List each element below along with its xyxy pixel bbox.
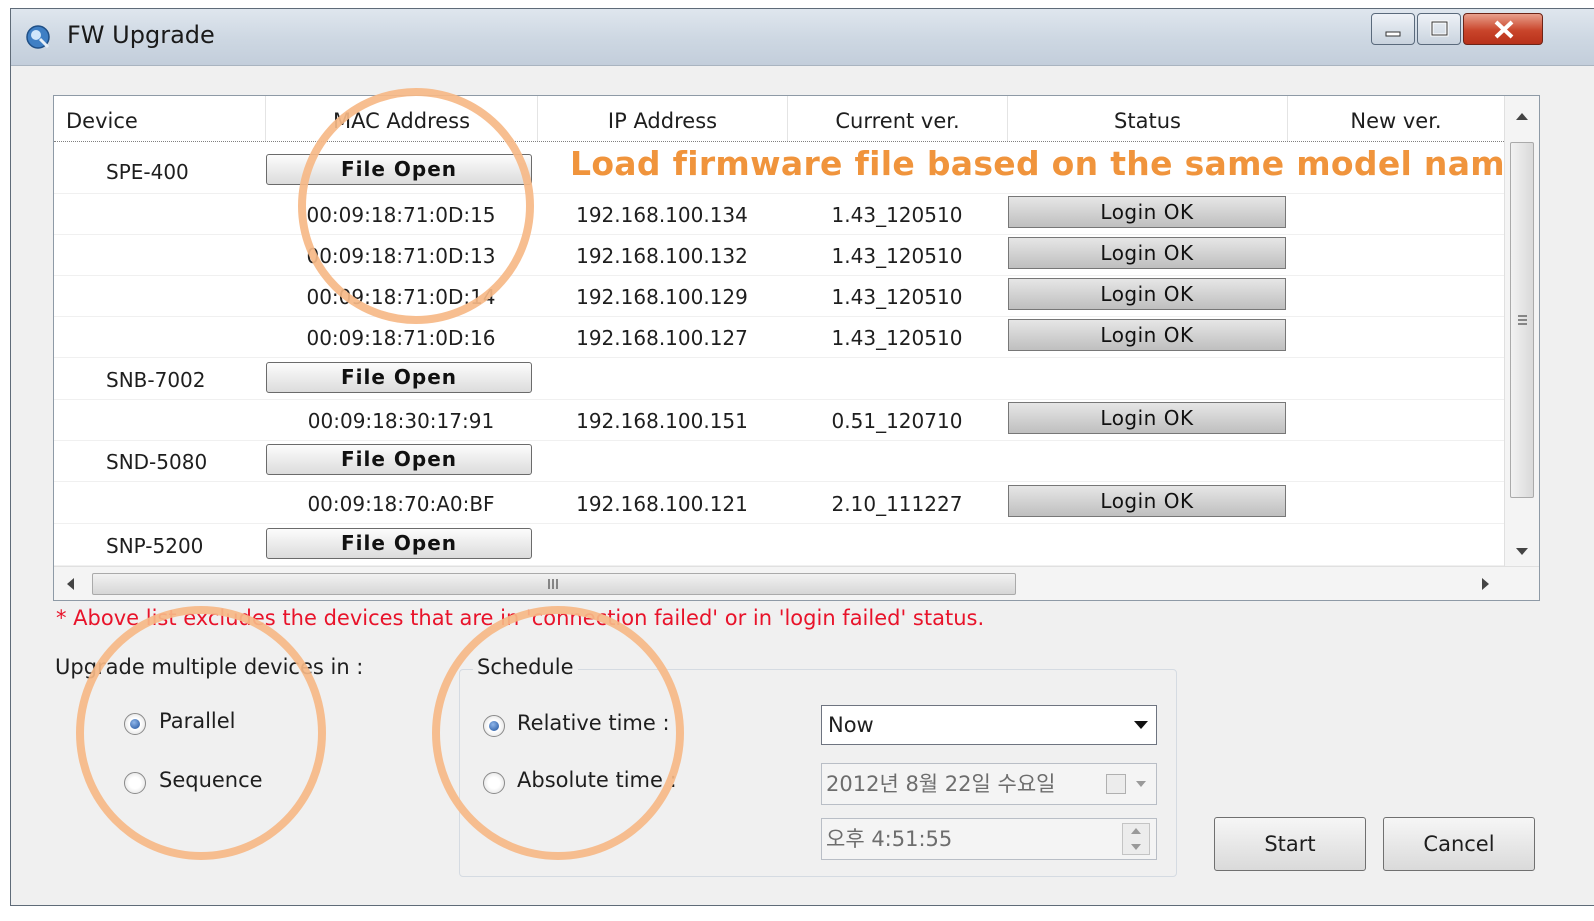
title-bar[interactable]: FW Upgrade <box>11 9 1594 66</box>
current-version: 1.43_120510 <box>831 285 963 309</box>
grip-icon <box>1518 315 1527 325</box>
table-row[interactable]: 00:09:18:71:0D:13 192.168.100.132 1.43_1… <box>54 234 1504 276</box>
relative-time-radio[interactable] <box>483 715 505 737</box>
table-row[interactable]: 00:09:18:71:0D:15 192.168.100.134 1.43_1… <box>54 193 1504 235</box>
absolute-time-label[interactable]: Absolute time : <box>517 768 677 792</box>
device-name: SNP-5200 <box>106 534 204 558</box>
file-open-button[interactable]: File Open <box>266 154 532 185</box>
ip-address: 192.168.100.127 <box>576 326 748 350</box>
column-header-new-ver[interactable]: New ver. <box>1288 96 1504 142</box>
horizontal-scroll-thumb[interactable] <box>92 573 1016 595</box>
scroll-right-icon[interactable] <box>1470 567 1500 601</box>
relative-time-label[interactable]: Relative time : <box>517 711 670 735</box>
relative-time-select[interactable]: Now <box>821 705 1157 745</box>
start-button[interactable]: Start <box>1214 817 1366 871</box>
ip-address: 192.168.100.121 <box>576 492 748 516</box>
date-picker[interactable]: 2012년 8월 22일 수요일 <box>821 763 1157 805</box>
scroll-down-icon[interactable] <box>1505 536 1540 566</box>
table-row[interactable]: 00:09:18:71:0D:16 192.168.100.127 1.43_1… <box>54 316 1504 358</box>
table-row[interactable]: 00:09:18:70:A0:BF 192.168.100.121 2.10_1… <box>54 482 1504 524</box>
mac-address: 00:09:18:30:17:91 <box>307 409 495 433</box>
close-icon <box>1494 20 1514 39</box>
minimize-icon <box>1385 31 1401 37</box>
table-row-model[interactable]: SNP-5200 File Open <box>54 524 1504 566</box>
time-picker[interactable]: 오후 4:51:55 <box>821 818 1157 860</box>
app-icon <box>26 25 50 49</box>
spin-down-icon[interactable] <box>1131 844 1141 850</box>
current-version: 2.10_111227 <box>831 492 963 516</box>
mac-address: 00:09:18:71:0D:14 <box>306 285 496 309</box>
window-title: FW Upgrade <box>67 21 215 49</box>
minimize-button[interactable] <box>1371 13 1415 45</box>
current-version: 0.51_120710 <box>831 409 963 433</box>
dropdown-arrow-icon[interactable] <box>1134 721 1148 729</box>
status-button[interactable]: Login OK <box>1008 278 1286 310</box>
mac-address: 00:09:18:71:0D:13 <box>306 244 496 268</box>
maximize-icon <box>1430 20 1449 37</box>
calendar-icon[interactable] <box>1106 774 1126 794</box>
status-button[interactable]: Login OK <box>1008 196 1286 228</box>
file-open-button[interactable]: File Open <box>266 528 532 559</box>
current-version: 1.43_120510 <box>831 244 963 268</box>
file-open-button[interactable]: File Open <box>266 444 532 475</box>
current-version: 1.43_120510 <box>831 203 963 227</box>
ip-address: 192.168.100.134 <box>576 203 748 227</box>
maximize-button[interactable] <box>1417 13 1461 45</box>
table-row-model[interactable]: SND-5080 File Open <box>54 440 1504 482</box>
column-header-ip[interactable]: IP Address <box>538 96 788 142</box>
device-name: SND-5080 <box>106 450 208 474</box>
parallel-radio[interactable] <box>124 713 146 735</box>
ip-address: 192.168.100.151 <box>576 409 748 433</box>
status-button[interactable]: Login OK <box>1008 402 1286 434</box>
grip-icon <box>548 579 558 589</box>
mac-address: 00:09:18:71:0D:16 <box>306 326 496 350</box>
scroll-up-icon[interactable] <box>1505 102 1540 132</box>
ip-address: 192.168.100.129 <box>576 285 748 309</box>
column-header-status[interactable]: Status <box>1008 96 1288 142</box>
table-row[interactable]: 00:09:18:30:17:91 192.168.100.151 0.51_1… <box>54 399 1504 441</box>
fw-upgrade-window: FW Upgrade Device MAC Address IP Address… <box>10 8 1594 906</box>
table-row-model[interactable]: SNB-7002 File Open <box>54 358 1504 400</box>
sequence-label[interactable]: Sequence <box>159 768 263 792</box>
column-header-current-ver[interactable]: Current ver. <box>788 96 1008 142</box>
mac-address: 00:09:18:70:A0:BF <box>307 492 495 516</box>
column-header-device[interactable]: Device <box>54 96 266 142</box>
time-value: 오후 4:51:55 <box>826 827 953 851</box>
spin-up-icon[interactable] <box>1131 828 1141 834</box>
grid-header: Device MAC Address IP Address Current ve… <box>54 96 1504 142</box>
status-button[interactable]: Login OK <box>1008 319 1286 351</box>
schedule-title: Schedule <box>473 655 578 679</box>
close-button[interactable] <box>1463 13 1543 45</box>
scroll-left-icon[interactable] <box>56 567 86 601</box>
vertical-scroll-thumb[interactable] <box>1510 142 1534 498</box>
horizontal-scrollbar[interactable] <box>54 566 1539 601</box>
parallel-label[interactable]: Parallel <box>159 709 236 733</box>
column-header-mac[interactable]: MAC Address <box>266 96 538 142</box>
table-row[interactable]: 00:09:18:71:0D:14 192.168.100.129 1.43_1… <box>54 275 1504 317</box>
absolute-time-radio[interactable] <box>483 772 505 794</box>
file-open-button[interactable]: File Open <box>266 362 532 393</box>
current-version: 1.43_120510 <box>831 326 963 350</box>
status-button[interactable]: Login OK <box>1008 485 1286 517</box>
cancel-button[interactable]: Cancel <box>1383 817 1535 871</box>
annotation-callout: Load firmware file based on the same mod… <box>570 144 1528 183</box>
device-name: SPE-400 <box>106 160 189 184</box>
ip-address: 192.168.100.132 <box>576 244 748 268</box>
vertical-scrollbar[interactable] <box>1504 96 1540 566</box>
mac-address: 00:09:18:71:0D:15 <box>306 203 496 227</box>
chevron-down-icon[interactable] <box>1136 781 1146 787</box>
device-name: SNB-7002 <box>106 368 206 392</box>
header-divider <box>54 141 1504 142</box>
date-value: 2012년 8월 22일 수요일 <box>826 772 1056 796</box>
sequence-radio[interactable] <box>124 772 146 794</box>
time-spinner[interactable] <box>1122 823 1150 855</box>
upgrade-mode-label: Upgrade multiple devices in : <box>55 655 364 679</box>
exclusion-note: * Above list excludes the devices that a… <box>56 606 985 630</box>
relative-time-value: Now <box>828 713 874 737</box>
device-grid: Device MAC Address IP Address Current ve… <box>53 95 1540 601</box>
status-button[interactable]: Login OK <box>1008 237 1286 269</box>
